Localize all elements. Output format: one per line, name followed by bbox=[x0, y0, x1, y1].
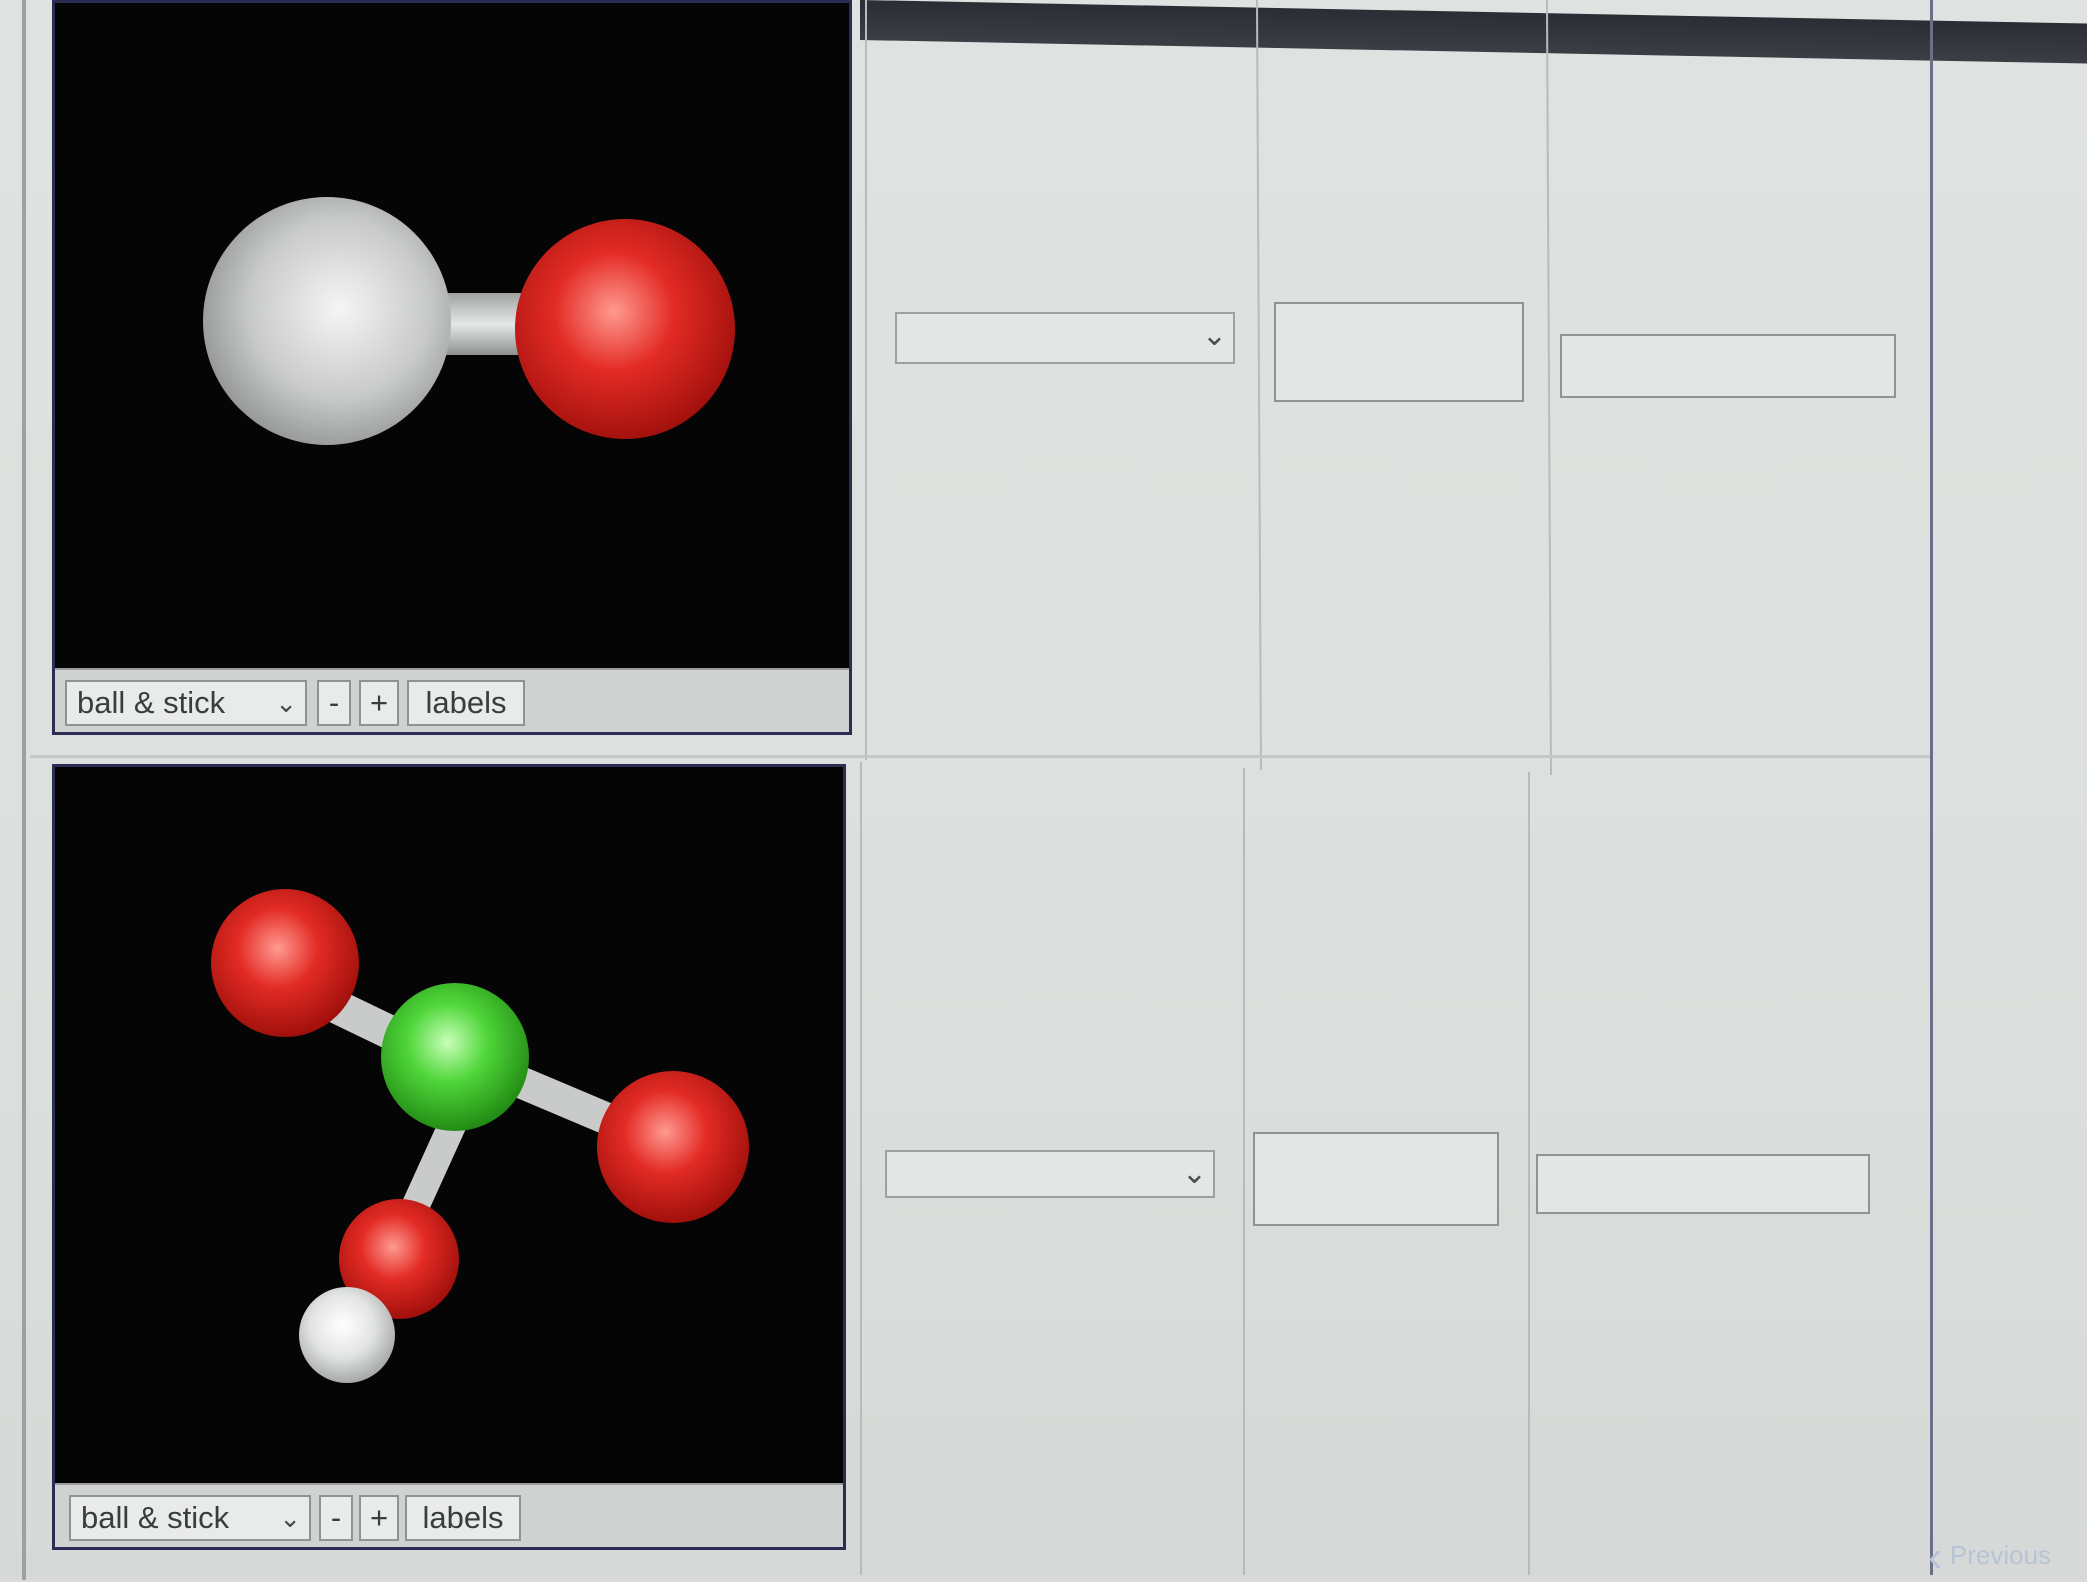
molecule-viewer[interactable]: ball & stick ⌄ - + labels bbox=[52, 0, 852, 735]
table-row: ball & stick ⌄ - + labels ⌄ bbox=[30, 762, 1930, 1575]
answer-input-2[interactable] bbox=[1536, 1154, 1870, 1214]
previous-link[interactable]: ‹ Previous bbox=[1928, 1532, 2051, 1582]
chevron-down-icon: ⌄ bbox=[1201, 319, 1227, 352]
viewer-toolbar: ball & stick ⌄ - + labels bbox=[55, 1483, 843, 1547]
answer-dropdown[interactable]: ⌄ bbox=[885, 1150, 1215, 1198]
molecule-answer-table: ball & stick ⌄ - + labels ⌄ ball & stick… bbox=[30, 0, 1933, 1575]
render-style-select[interactable]: ball & stick ⌄ bbox=[65, 680, 307, 726]
render-style-value: ball & stick bbox=[81, 1500, 230, 1535]
atom-gray bbox=[203, 197, 451, 445]
zoom-out-button[interactable]: - bbox=[317, 680, 351, 726]
render-style-select[interactable]: ball & stick ⌄ bbox=[69, 1495, 311, 1541]
molecule-canvas[interactable] bbox=[55, 3, 849, 663]
zoom-out-button[interactable]: - bbox=[319, 1495, 353, 1541]
molecule-canvas[interactable] bbox=[55, 767, 843, 1477]
page: ball & stick ⌄ - + labels ⌄ ball & stick… bbox=[0, 0, 2087, 1582]
render-style-value: ball & stick bbox=[77, 685, 226, 720]
chevron-down-icon: ⌄ bbox=[279, 1503, 301, 1533]
answer-input-1[interactable] bbox=[1274, 302, 1524, 402]
atom-red bbox=[515, 219, 735, 439]
zoom-in-button[interactable]: + bbox=[359, 1495, 399, 1541]
left-frame-edge bbox=[22, 0, 26, 1580]
chevron-down-icon: ⌄ bbox=[275, 688, 297, 718]
chevron-left-icon: ‹ bbox=[1928, 1532, 1943, 1581]
zoom-in-button[interactable]: + bbox=[359, 680, 399, 726]
labels-button[interactable]: labels bbox=[405, 1495, 521, 1541]
atom-red bbox=[211, 889, 359, 1037]
atom-green bbox=[381, 983, 529, 1131]
previous-label: Previous bbox=[1949, 1539, 2052, 1570]
atom-white bbox=[299, 1287, 395, 1383]
molecule-viewer[interactable]: ball & stick ⌄ - + labels bbox=[52, 764, 846, 1550]
answer-input-2[interactable] bbox=[1560, 334, 1896, 398]
table-row: ball & stick ⌄ - + labels ⌄ bbox=[30, 0, 1930, 760]
atom-red bbox=[597, 1071, 749, 1223]
chevron-down-icon: ⌄ bbox=[1181, 1157, 1207, 1190]
answer-dropdown[interactable]: ⌄ bbox=[895, 312, 1235, 364]
labels-button[interactable]: labels bbox=[407, 680, 525, 726]
viewer-toolbar: ball & stick ⌄ - + labels bbox=[55, 668, 849, 732]
answer-input-1[interactable] bbox=[1253, 1132, 1499, 1226]
